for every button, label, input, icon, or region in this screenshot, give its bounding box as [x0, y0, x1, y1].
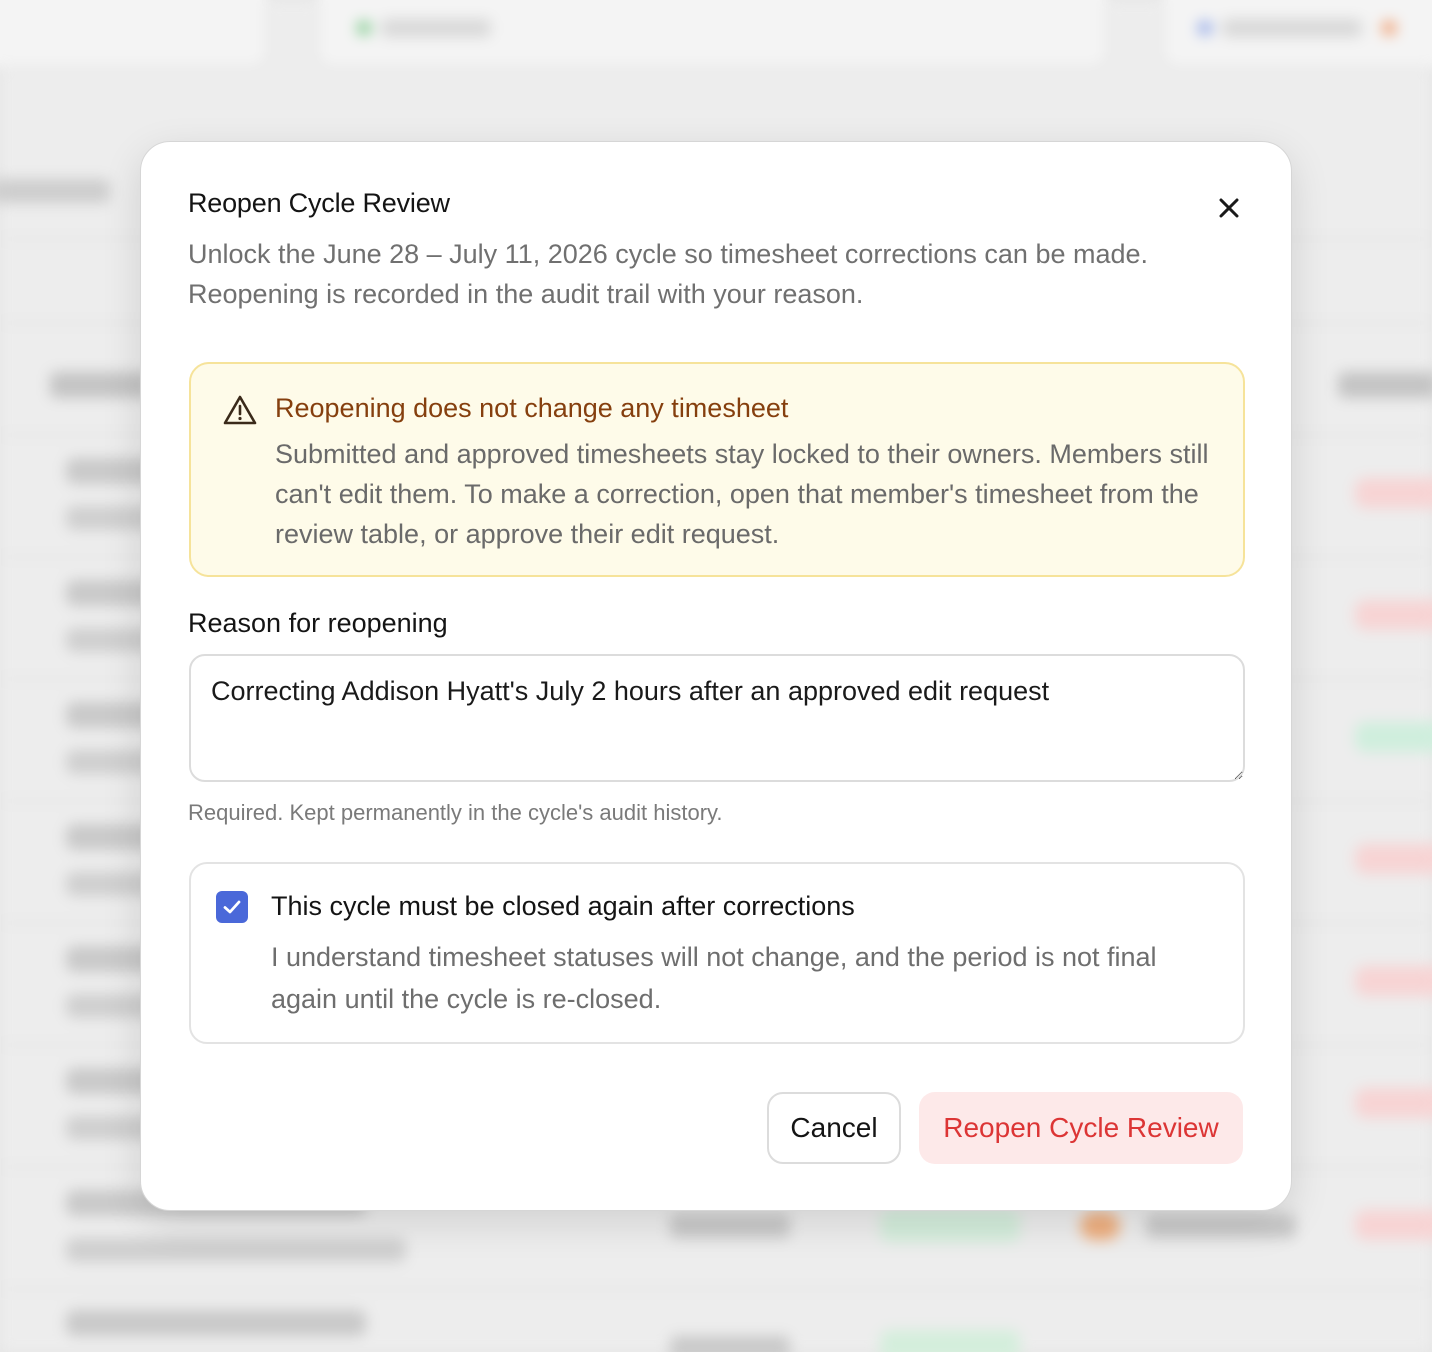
warning-body: Submitted and approved timesheets stay l…	[275, 439, 1209, 549]
confirmation-box[interactable]: This cycle must be closed again after co…	[189, 862, 1245, 1044]
reason-textarea[interactable]: Correcting Addison Hyatt's July 2 hours …	[189, 654, 1245, 782]
close-icon	[1219, 198, 1239, 218]
bg-summary-card	[0, 0, 270, 70]
confirm-title: This cycle must be closed again after co…	[271, 891, 855, 921]
reopen-cycle-button[interactable]: Reopen Cycle Review	[919, 1092, 1243, 1164]
bg-table-header	[1338, 372, 1432, 405]
warning-title: Reopening does not change any timesheet	[275, 393, 789, 423]
warning-triangle-icon	[223, 395, 257, 425]
checkmark-icon	[223, 900, 241, 914]
bg-legend	[1198, 14, 1406, 40]
cancel-button[interactable]: Cancel	[767, 1092, 901, 1164]
bg-summary-card	[315, 0, 1110, 70]
reopen-cycle-dialog: Reopen Cycle Review Unlock the June 28 –…	[140, 141, 1292, 1211]
bg-tabs	[0, 178, 110, 210]
confirm-body: I understand timesheet statuses will not…	[271, 942, 1157, 1014]
bg-table-header	[50, 372, 150, 405]
reason-label: Reason for reopening	[188, 608, 448, 638]
warning-callout: Reopening does not change any timesheet …	[189, 362, 1245, 577]
dialog-title: Reopen Cycle Review	[188, 188, 450, 218]
bg-summary-card	[1160, 0, 1432, 70]
dialog-description: Unlock the June 28 – July 11, 2026 cycle…	[188, 239, 1149, 309]
reason-hint: Required. Kept permanently in the cycle'…	[188, 800, 723, 825]
bg-status-chip	[357, 14, 491, 40]
confirm-checkbox[interactable]	[216, 891, 248, 923]
close-button[interactable]	[1211, 190, 1247, 226]
